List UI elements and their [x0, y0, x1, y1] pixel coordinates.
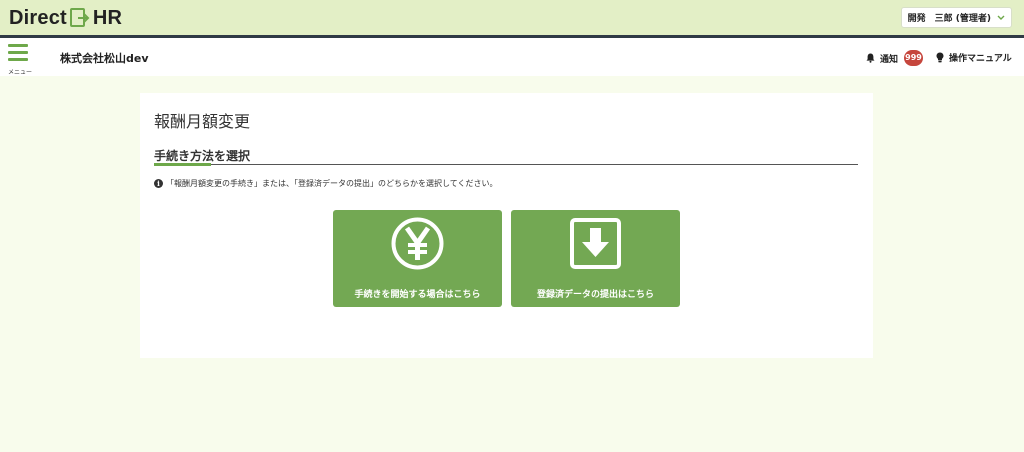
logo-text-direct: Direct [9, 6, 67, 29]
bell-icon [866, 53, 875, 63]
user-menu-dropdown[interactable]: 開発 三郎 (管理者) [900, 7, 1012, 28]
submit-registered-data-label: 登録済データの提出はこちら [536, 290, 654, 300]
start-procedure-label: 手続きを開始する場合はこちら [354, 290, 481, 300]
navbar: メニュー 株式会社松山dev 通知 999 操作マニュアル [0, 38, 1024, 76]
download-icon [570, 218, 621, 269]
notification-count-badge: 999 [904, 50, 924, 66]
logo-text-hr: HR [92, 6, 123, 29]
section-title: 手続き方法を選択 [154, 149, 251, 163]
chevron-down-icon [997, 15, 1005, 20]
manual-label: 操作マニュアル [949, 54, 1012, 64]
page-title: 報酬月額変更 [154, 112, 251, 131]
hamburger-icon [8, 44, 28, 47]
yen-icon [391, 217, 444, 270]
manual-link[interactable]: 操作マニュアル [936, 51, 1012, 64]
start-procedure-button[interactable]: 手続きを開始する場合はこちら [333, 210, 502, 307]
section-divider [154, 164, 858, 165]
logo-icon [69, 8, 90, 27]
menu-label: メニュー [8, 69, 33, 76]
hamburger-icon-bar [8, 51, 28, 54]
info-text: 「報酬月額変更の手続き」または、「登録済データの提出」のどちらかを選択してくださ… [166, 179, 498, 188]
top-header: Direct HR 開発 三郎 (管理者) [0, 0, 1024, 35]
main-card: 報酬月額変更 手続き方法を選択 i 「報酬月額変更の手続き」または、「登録済デー… [140, 93, 873, 358]
notification-link[interactable]: 通知 999 [866, 50, 924, 66]
app-logo[interactable]: Direct HR [9, 6, 122, 30]
lightbulb-icon [936, 52, 944, 63]
hamburger-icon-bar [8, 58, 28, 61]
section-divider-accent [154, 163, 211, 166]
user-name: 開発 三郎 (管理者) [907, 14, 991, 24]
info-message: i 「報酬月額変更の手続き」または、「登録済データの提出」のどちらかを選択してく… [154, 178, 498, 189]
company-name: 株式会社松山dev [60, 52, 149, 65]
info-icon: i [154, 179, 163, 188]
menu-button[interactable]: メニュー [8, 44, 33, 76]
submit-registered-data-button[interactable]: 登録済データの提出はこちら [511, 210, 680, 307]
notify-label: 通知 [880, 54, 899, 65]
